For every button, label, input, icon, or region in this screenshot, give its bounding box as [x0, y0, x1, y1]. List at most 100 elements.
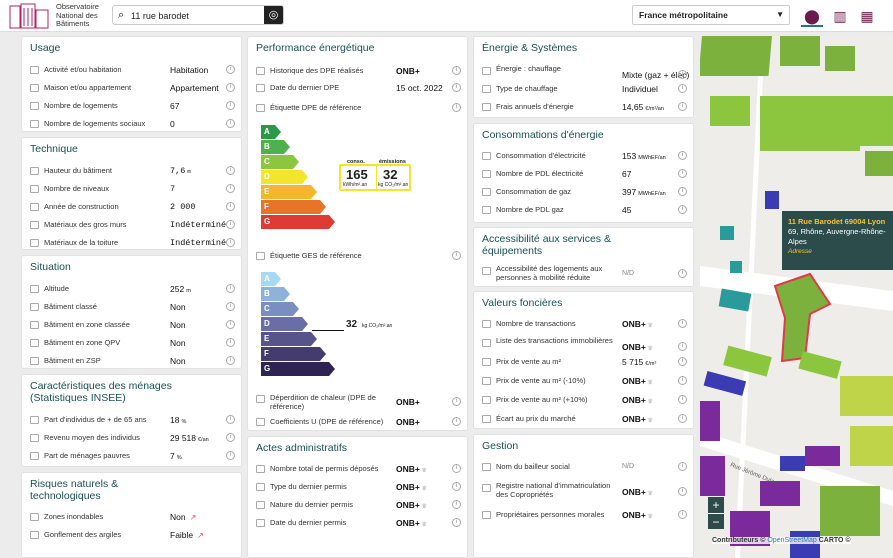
actes-row-label: Nombre total de permis déposés	[270, 464, 379, 473]
actes-row-value[interactable]: ONB+ ♛	[396, 480, 427, 496]
gestion-row-value[interactable]: ONB+ ♛	[622, 508, 653, 524]
info-icon[interactable]: i	[452, 251, 461, 260]
info-icon[interactable]: i	[678, 102, 687, 111]
usage-row-value: Appartement	[170, 81, 219, 95]
info-icon[interactable]: i	[226, 451, 235, 460]
info-icon[interactable]: i	[678, 414, 687, 423]
info-icon[interactable]: i	[678, 205, 687, 214]
value-text: ONB+	[622, 319, 646, 329]
gestion-row-value[interactable]: ONB+ ♛	[622, 485, 653, 501]
info-icon[interactable]: i	[226, 184, 235, 193]
row-icon	[30, 531, 39, 539]
foncier-row-value[interactable]: ONB+ ♛	[622, 340, 653, 356]
row-icon	[482, 152, 491, 160]
info-icon[interactable]: i	[452, 500, 461, 509]
search-input[interactable]	[131, 8, 261, 23]
info-icon[interactable]: i	[226, 238, 235, 247]
value-box-divider	[376, 166, 377, 189]
zoom-in-button[interactable]: +	[708, 497, 724, 514]
energie-row-label: Frais annuels d'énergie	[496, 102, 574, 111]
deperdition-label: Déperdition de chaleur (DPE de référence…	[270, 393, 376, 411]
situation-card: Situation Altitude 252 m i Bâtiment classé No…	[21, 255, 242, 369]
address-popup[interactable]: 11 Rue Barodet 69004 Lyon 69, Rhône, Auv…	[782, 211, 893, 270]
row-icon	[482, 320, 491, 328]
info-icon[interactable]: i	[678, 70, 687, 79]
popup-line2: 69, Rhône, Auvergne-Rhône-	[788, 227, 886, 236]
info-icon[interactable]: i	[678, 319, 687, 328]
foncier-row-value[interactable]: ONB+ ♛	[622, 393, 653, 409]
foncier-row-value[interactable]: ONB+ ♛	[622, 412, 653, 428]
conso-row: Nombre de PDL électricité 67 i	[482, 167, 687, 181]
zoom-out-button[interactable]: −	[708, 514, 724, 530]
value-text: 5 715	[622, 357, 644, 367]
info-icon[interactable]: i	[452, 103, 461, 112]
info-icon[interactable]: i	[678, 487, 687, 496]
actes-row-value[interactable]: ONB+ ♛	[396, 462, 427, 478]
info-icon[interactable]: i	[678, 376, 687, 385]
info-icon[interactable]: i	[452, 66, 461, 75]
info-icon[interactable]: i	[452, 518, 461, 527]
info-icon[interactable]: i	[226, 415, 235, 424]
date-dpe-label: Date du dernier DPE	[270, 83, 340, 92]
info-icon[interactable]: i	[226, 65, 235, 74]
info-icon[interactable]: i	[226, 302, 235, 311]
info-icon[interactable]: i	[226, 119, 235, 128]
info-icon[interactable]: i	[226, 166, 235, 175]
info-icon[interactable]: i	[678, 84, 687, 93]
info-icon[interactable]: i	[678, 510, 687, 519]
info-icon[interactable]: i	[226, 101, 235, 110]
building-icon[interactable]: ▦	[856, 5, 878, 27]
info-icon[interactable]: i	[226, 83, 235, 92]
info-icon[interactable]: i	[678, 342, 687, 351]
actes-row-value[interactable]: ONB+ ♛	[396, 498, 427, 514]
info-icon[interactable]: i	[678, 169, 687, 178]
info-icon[interactable]: i	[678, 269, 687, 278]
technique-row: Matériaux des gros murs Indéterminé i	[30, 218, 235, 232]
info-icon[interactable]: i	[226, 284, 235, 293]
info-icon[interactable]: i	[452, 397, 461, 406]
info-icon[interactable]: i	[678, 187, 687, 196]
info-icon[interactable]: i	[226, 220, 235, 229]
deperdition-onb-value[interactable]: ONB+	[396, 395, 420, 409]
value-text: ONB+	[622, 487, 646, 497]
info-icon[interactable]: i	[678, 357, 687, 366]
info-icon[interactable]: i	[226, 320, 235, 329]
locate-icon[interactable]: ◎	[264, 6, 283, 24]
info-icon[interactable]: i	[226, 338, 235, 347]
actes-row-value[interactable]: ONB+ ♛	[396, 516, 427, 532]
bar-chart-icon[interactable]: ▥	[829, 5, 851, 27]
info-icon[interactable]: i	[678, 462, 687, 471]
info-icon[interactable]: i	[452, 417, 461, 426]
external-link-icon[interactable]: ↗	[197, 531, 204, 540]
tag-icon	[256, 252, 265, 260]
info-icon[interactable]: i	[226, 356, 235, 365]
map-marker-icon[interactable]: ⬤	[801, 5, 823, 27]
date-dpe-row: Date du dernier DPE 15 oct. 2022 i	[256, 81, 461, 95]
onb-logo[interactable]: Observatoire National des Bâtiments	[8, 2, 108, 30]
situation-row: Bâtiment classé Non i	[30, 300, 235, 314]
info-icon[interactable]: i	[226, 202, 235, 211]
info-icon[interactable]: i	[452, 482, 461, 491]
info-icon[interactable]: i	[452, 464, 461, 473]
info-icon[interactable]: i	[678, 151, 687, 160]
region-select[interactable]: France métropolitaine ▼	[632, 5, 790, 25]
popup-title: 11 Rue Barodet 69004 Lyon	[788, 217, 886, 226]
osm-link[interactable]: OpenStreetMap	[767, 537, 816, 544]
conso-row: Consommation de gaz 397 MWhEF/an i	[482, 185, 687, 199]
foncier-row-value[interactable]: ONB+ ♛	[622, 317, 653, 333]
attr-text: Contributeurs ©	[712, 537, 766, 544]
foncier-row-value[interactable]: ONB+ ♛	[622, 374, 653, 390]
info-icon[interactable]: i	[678, 395, 687, 404]
actes-row: Nombre total de permis déposés ONB+ ♛ i	[256, 462, 461, 476]
info-icon[interactable]: i	[226, 433, 235, 442]
zoom-controls: + −	[708, 497, 724, 529]
conso-card: Consommations d'énergie Consommation d'é…	[473, 123, 694, 223]
access-row-value: N/D	[622, 270, 635, 277]
row-icon	[482, 85, 491, 93]
value-text: 7	[170, 184, 176, 194]
map-view[interactable]: Rue Jérôme Dulaar	[700, 36, 893, 558]
info-icon[interactable]: i	[452, 83, 461, 92]
coefficients-onb-value[interactable]: ONB+	[396, 415, 420, 429]
external-link-icon[interactable]: ↗	[190, 513, 197, 522]
historique-onb-value[interactable]: ONB+	[396, 64, 420, 78]
